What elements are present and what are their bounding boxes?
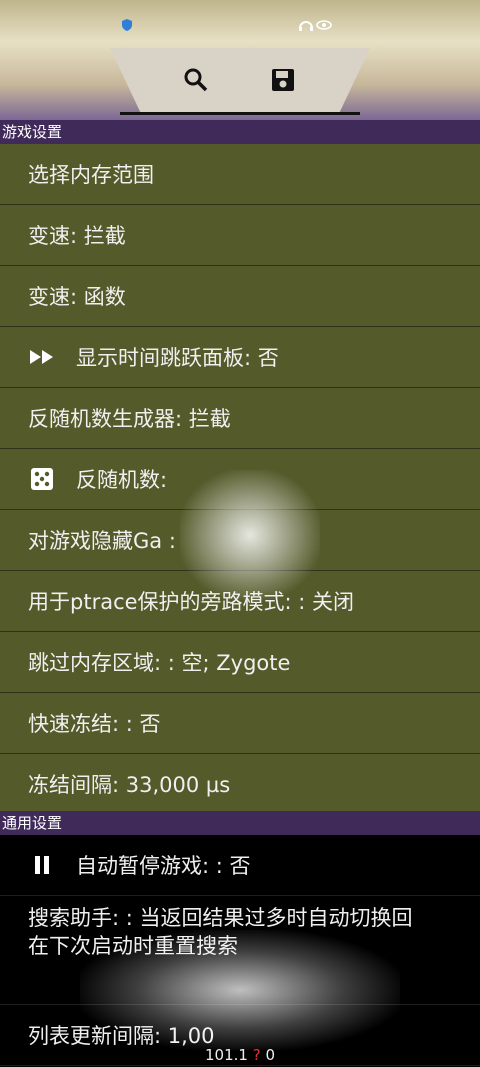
setting-skip-memory-regions[interactable]: 跳过内存区域: : 空; Zygote [0,632,480,693]
setting-label: 变速: 函数 [28,285,126,309]
toolbar-notch [110,48,370,114]
setting-label: 快速冻结: : 否 [28,712,161,736]
count-label: 0 [265,1046,276,1064]
setting-time-jump-panel[interactable]: 显示时间跳跃面板: 否 [0,327,480,388]
pause-icon [28,855,56,875]
dice-icon [28,466,56,492]
setting-auto-pause[interactable]: 自动暂停游戏: : 否 [0,835,480,896]
setting-label: 反随机数: [76,468,168,492]
status-headset-icon [298,18,332,36]
footer-status: 101.1 ? 0 [0,1043,480,1067]
setting-hide-from-game[interactable]: 对游戏隐藏Ga : [0,510,480,571]
setting-speedhack-intercept[interactable]: 变速: 拦截 [0,205,480,266]
setting-label: 对游戏隐藏Ga : [28,529,176,553]
help-icon[interactable]: ? [253,1046,261,1064]
setting-label-multiline: 搜索助手: : 当返回结果过多时自动切换回 在下次启动时重置搜索 [28,904,413,960]
setting-anti-random[interactable]: 反随机数: [0,449,480,510]
setting-search-assistant[interactable]: 搜索助手: : 当返回结果过多时自动切换回 在下次启动时重置搜索 [0,896,480,1005]
version-label: 101.1 [204,1046,248,1064]
top-bar [0,0,480,120]
setting-anti-rng[interactable]: 反随机数生成器: 拦截 [0,388,480,449]
section-game-settings: 游戏设置 [0,120,480,144]
setting-label: 变速: 拦截 [28,224,126,248]
setting-label: 反随机数生成器: 拦截 [28,407,231,431]
setting-label-line2: 在下次启动时重置搜索 [28,934,238,958]
fast-forward-icon [28,348,56,366]
toolbar-underline [120,112,360,115]
setting-fast-freeze[interactable]: 快速冻结: : 否 [0,693,480,754]
game-settings-list: 选择内存范围 变速: 拦截 变速: 函数 显示时间跳跃面板: 否 反随机数生成器… [0,144,480,815]
save-icon[interactable] [268,65,298,95]
setting-label: 自动暂停游戏: : 否 [76,854,251,878]
setting-speedhack-function[interactable]: 变速: 函数 [0,266,480,327]
setting-label: 显示时间跳跃面板: 否 [76,346,279,370]
setting-label: 冻结间隔: 33,000 µs [28,773,231,797]
search-icon[interactable] [181,65,211,95]
general-settings-list: 自动暂停游戏: : 否 搜索助手: : 当返回结果过多时自动切换回 在下次启动时… [0,835,480,1067]
setting-label: 用于ptrace保护的旁路模式: : 关闭 [28,590,355,614]
section-general-settings: 通用设置 [0,811,480,835]
setting-label-line1: 搜索助手: : 当返回结果过多时自动切换回 [28,906,413,930]
setting-label: 跳过内存区域: : 空; Zygote [28,651,291,675]
setting-freeze-interval[interactable]: 冻结间隔: 33,000 µs [0,754,480,815]
setting-label: 选择内存范围 [28,163,154,187]
setting-ptrace-bypass[interactable]: 用于ptrace保护的旁路模式: : 关闭 [0,571,480,632]
status-shield-icon [120,18,134,36]
setting-memory-range[interactable]: 选择内存范围 [0,144,480,205]
